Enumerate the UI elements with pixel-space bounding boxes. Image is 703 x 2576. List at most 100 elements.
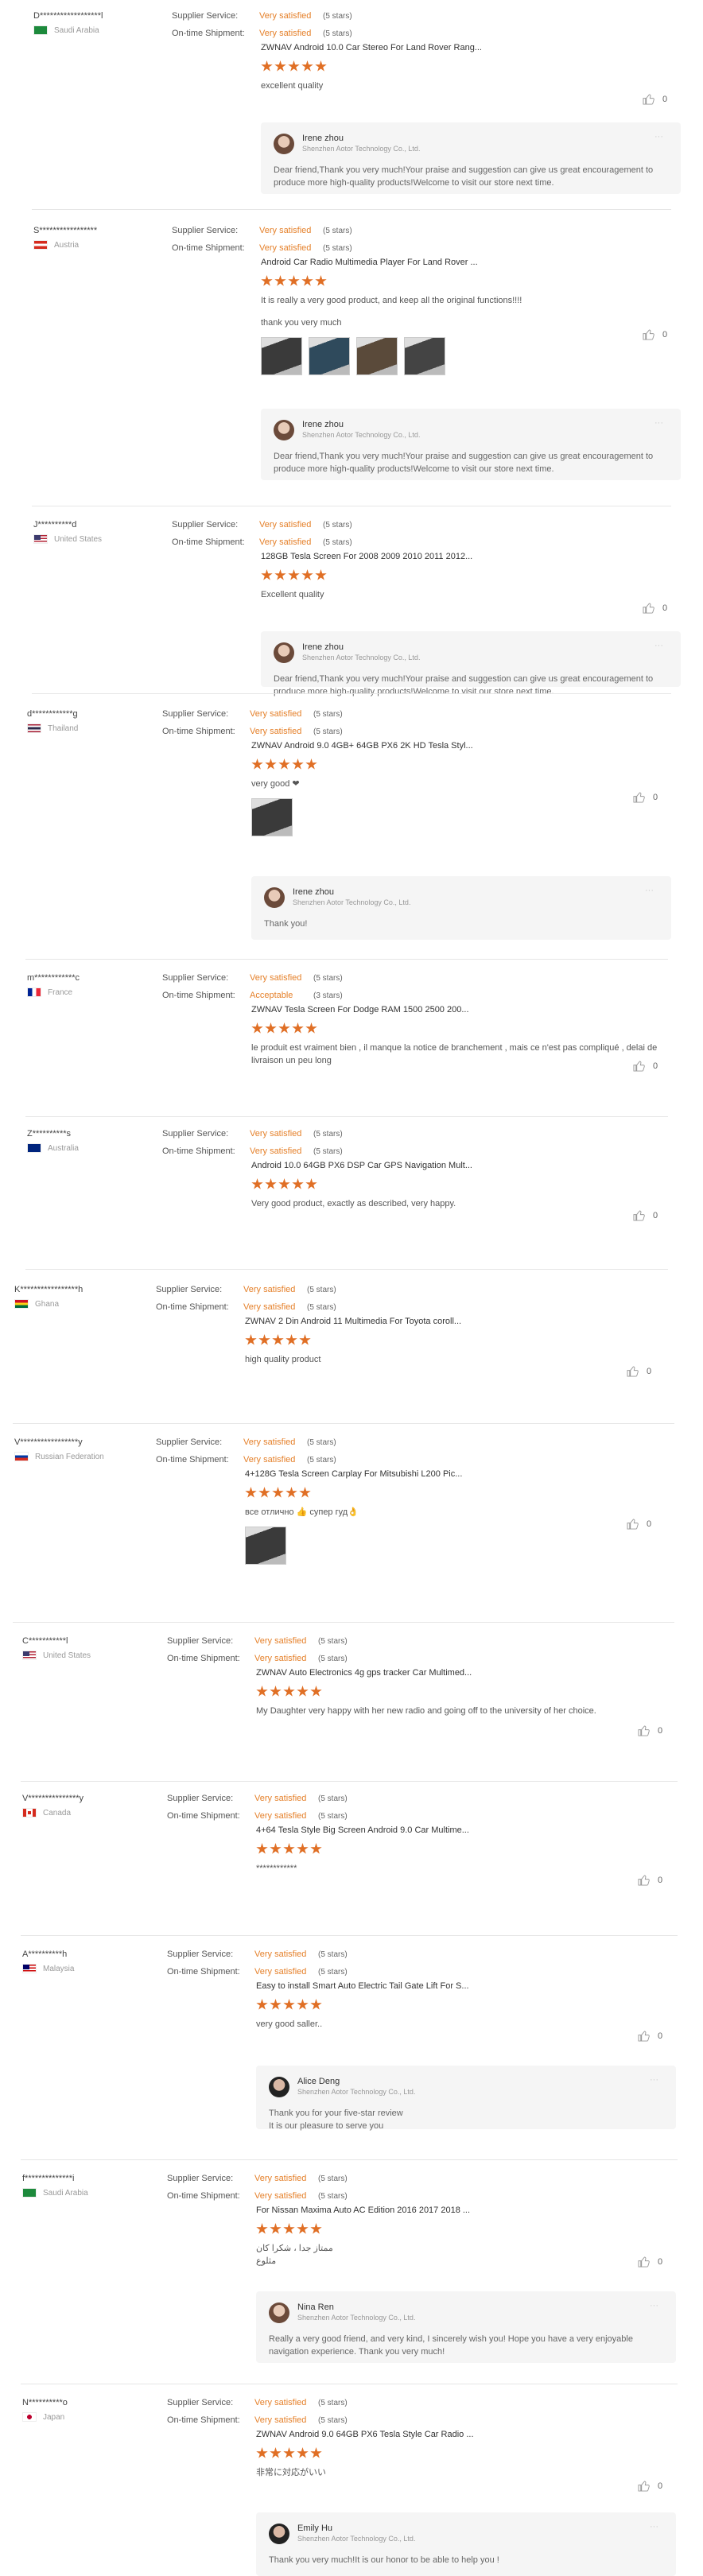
more-options-icon[interactable]: ··· — [654, 418, 663, 428]
star-icon — [297, 2223, 309, 2234]
helpful-button[interactable]: 0 — [633, 792, 658, 803]
star-icon — [251, 1178, 263, 1189]
star-icon — [278, 1178, 290, 1189]
star-icon — [283, 2223, 295, 2234]
helpful-button[interactable]: 0 — [643, 603, 667, 614]
ontime-shipment-label: On-time Shipment: — [162, 1146, 235, 1156]
review-body: ZWNAV 2 Din Android 11 Multimedia For To… — [245, 1317, 674, 1366]
review-rating-stars — [256, 1843, 686, 1856]
more-options-icon[interactable]: ··· — [650, 2522, 658, 2531]
thumbs-up-icon — [633, 1061, 645, 1072]
helpful-button[interactable]: 0 — [633, 1210, 658, 1221]
review-photo-thumbnail[interactable] — [245, 1527, 286, 1565]
review-rating-stars — [251, 758, 681, 771]
product-title-link[interactable]: Android 10.0 64GB PX6 DSP Car GPS Naviga… — [251, 1161, 681, 1170]
review-photo-thumbnail[interactable] — [251, 798, 293, 836]
review-text: very good saller.. — [256, 2019, 323, 2029]
supplier-service-stars: (5 stars) — [307, 1286, 336, 1294]
seller-avatar — [264, 887, 285, 908]
helpful-button[interactable]: 0 — [627, 1519, 651, 1530]
star-icon — [256, 1686, 268, 1697]
reviewer-country: Russian Federation — [14, 1452, 104, 1461]
reviewer-country: United States — [22, 1651, 91, 1660]
product-title-link[interactable]: ZWNAV 2 Din Android 11 Multimedia For To… — [245, 1317, 674, 1326]
helpful-count: 0 — [658, 2257, 663, 2267]
helpful-button[interactable]: 0 — [627, 1366, 651, 1377]
review-rating-stars — [261, 569, 690, 582]
reviewer-country: Austria — [33, 240, 79, 250]
star-icon — [299, 1334, 311, 1345]
review-text: ************ — [256, 1864, 297, 1873]
more-options-icon[interactable]: ··· — [645, 886, 654, 895]
reviewer-name: A**********h — [22, 1949, 68, 1959]
ontime-shipment-stars: (5 stars) — [323, 538, 352, 547]
seller-avatar — [274, 642, 294, 663]
seller-avatar — [274, 134, 294, 154]
reply-company: Shenzhen Aotor Technology Co., Ltd. — [302, 654, 421, 661]
helpful-button[interactable]: 0 — [643, 94, 667, 105]
review-text: high quality product — [245, 1355, 321, 1364]
product-title-link[interactable]: 4+128G Tesla Screen Carplay For Mitsubis… — [245, 1469, 674, 1479]
helpful-button[interactable]: 0 — [638, 2481, 662, 2492]
reply-author-name: Emily Hu — [297, 2524, 333, 2533]
product-title-link[interactable]: Easy to install Smart Auto Electric Tail… — [256, 1981, 686, 1991]
product-title-link[interactable]: ZWNAV Android 10.0 Car Stereo For Land R… — [261, 43, 690, 52]
product-title-link[interactable]: ZWNAV Tesla Screen For Dodge RAM 1500 25… — [251, 1005, 681, 1014]
helpful-button[interactable]: 0 — [638, 1875, 662, 1886]
product-title-link[interactable]: Android Car Radio Multimedia Player For … — [261, 258, 690, 267]
supplier-service-row: Supplier Service: Very satisfied (5 stars) — [167, 1949, 348, 1967]
reviewer-country: United States — [33, 534, 102, 544]
country-flag-icon — [22, 2412, 37, 2422]
product-title-link[interactable]: ZWNAV Android 9.0 64GB PX6 Tesla Style C… — [256, 2430, 686, 2439]
seller-ratings: Supplier Service: Very satisfied (5 stars)… — [172, 226, 352, 261]
ontime-shipment-value: Very satisfied — [250, 727, 302, 736]
product-title-link[interactable]: ZWNAV Auto Electronics 4g gps tracker Ca… — [256, 1668, 686, 1678]
supplier-service-label: Supplier Service: — [162, 1129, 229, 1139]
supplier-service-label: Supplier Service: — [156, 1285, 223, 1294]
review-photo-thumbnail[interactable] — [404, 337, 445, 375]
review-photo-thumbnail[interactable] — [356, 337, 398, 375]
supplier-service-value: Very satisfied — [243, 1285, 296, 1294]
more-options-icon[interactable]: ··· — [654, 641, 663, 650]
helpful-button[interactable]: 0 — [633, 1061, 658, 1072]
country-name: Saudi Arabia — [54, 25, 99, 35]
review-body: ZWNAV Android 10.0 Car Stereo For Land R… — [261, 43, 690, 92]
helpful-button[interactable]: 0 — [638, 2256, 662, 2268]
review-body: 128GB Tesla Screen For 2008 2009 2010 20… — [261, 552, 690, 601]
supplier-service-value: Very satisfied — [250, 973, 302, 983]
ontime-shipment-label: On-time Shipment: — [167, 1967, 240, 1977]
country-flag-icon — [27, 987, 41, 997]
reply-author-name: Irene zhou — [293, 887, 334, 897]
product-title-link[interactable]: For Nissan Maxima Auto AC Edition 2016 2… — [256, 2206, 686, 2215]
product-title-link[interactable]: ZWNAV Android 9.0 4GB+ 64GB PX6 2K HD Te… — [251, 741, 681, 751]
reply-text: Dear friend,Thank you very much!Your pra… — [274, 452, 654, 474]
reviewer-name: d************g — [27, 709, 78, 719]
more-options-icon[interactable]: ··· — [650, 2075, 658, 2085]
supplier-service-stars: (5 stars) — [323, 521, 352, 530]
reply-company: Shenzhen Aotor Technology Co., Ltd. — [302, 145, 421, 153]
helpful-button[interactable]: 0 — [638, 2031, 662, 2042]
thumbs-up-icon — [643, 603, 654, 614]
more-options-icon[interactable]: ··· — [650, 2301, 658, 2310]
product-title-link[interactable]: 128GB Tesla Screen For 2008 2009 2010 20… — [261, 552, 690, 561]
country-name: Austria — [54, 240, 80, 250]
ontime-shipment-value: Very satisfied — [254, 1967, 307, 1977]
star-icon — [310, 1843, 322, 1854]
helpful-count: 0 — [647, 1367, 652, 1376]
more-options-icon[interactable]: ··· — [654, 132, 663, 142]
product-title-link[interactable]: 4+64 Tesla Style Big Screen Android 9.0 … — [256, 1825, 686, 1835]
ontime-shipment-label: On-time Shipment: — [172, 243, 245, 253]
star-icon — [288, 569, 300, 580]
star-icon — [278, 758, 290, 770]
supplier-service-value: Very satisfied — [254, 1794, 307, 1803]
thumbs-up-icon — [638, 2256, 650, 2268]
helpful-button[interactable]: 0 — [638, 1725, 662, 1736]
helpful-button[interactable]: 0 — [643, 329, 667, 340]
reply-company: Shenzhen Aotor Technology Co., Ltd. — [302, 431, 421, 439]
country-name: France — [48, 987, 73, 997]
supplier-service-label: Supplier Service: — [162, 973, 229, 983]
ontime-shipment-stars: (5 stars) — [313, 1147, 343, 1156]
reviewer-name: V***************y — [22, 1794, 84, 1803]
review-photo-thumbnail[interactable] — [309, 337, 350, 375]
review-photo-thumbnail[interactable] — [261, 337, 302, 375]
